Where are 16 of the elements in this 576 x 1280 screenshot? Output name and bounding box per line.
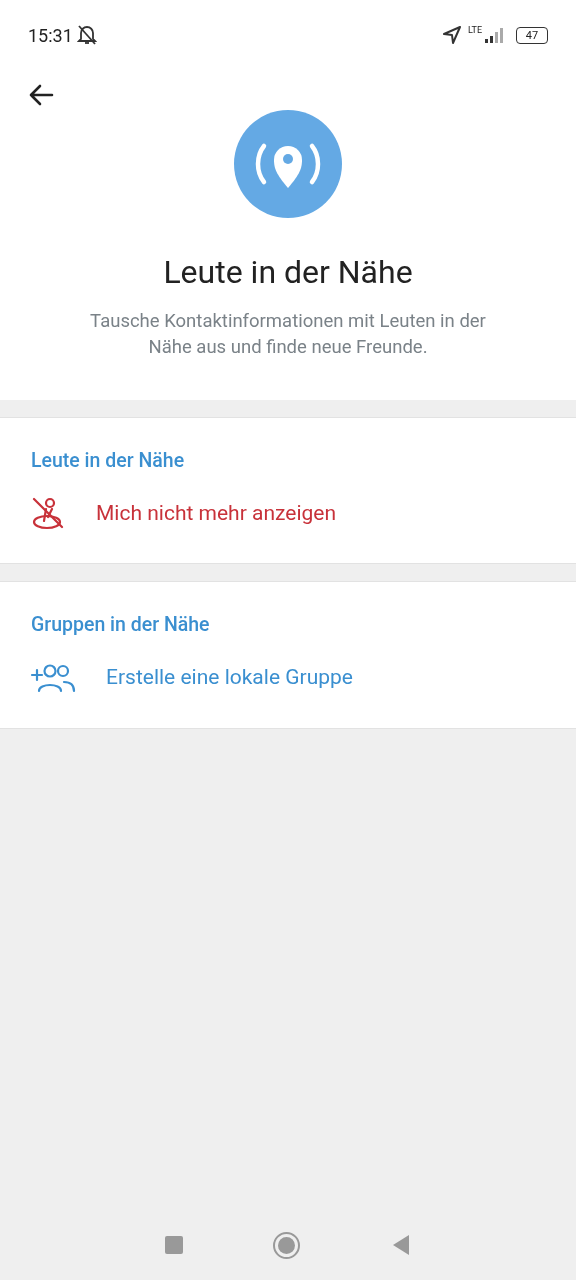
section-title: Leute in der Nähe <box>30 448 186 474</box>
page-description: Tausche Kontaktinformationen mit Leuten in der Nähe aus und finde neue Freunde. <box>89 309 487 360</box>
recents-button[interactable] <box>165 1236 184 1254</box>
home-button[interactable] <box>273 1231 301 1259</box>
page-title: Leute in der Nähe <box>163 252 413 292</box>
menu-item[interactable]: Mich nicht mehr anzeigen <box>0 475 576 552</box>
battery-indicator: 47 <box>516 26 548 44</box>
add-group-icon <box>30 662 76 693</box>
section-title: Gruppen in der Nähe <box>30 612 211 639</box>
signal-icon <box>484 26 506 44</box>
muted-bell-icon <box>76 24 97 46</box>
hidden-location-icon <box>30 495 66 532</box>
menu-item[interactable]: Erstelle eine lokale Gruppe <box>0 639 576 716</box>
location-arrow-icon <box>441 25 462 45</box>
network-label: LTE <box>467 26 482 35</box>
status-time: 15:31 <box>28 23 73 48</box>
